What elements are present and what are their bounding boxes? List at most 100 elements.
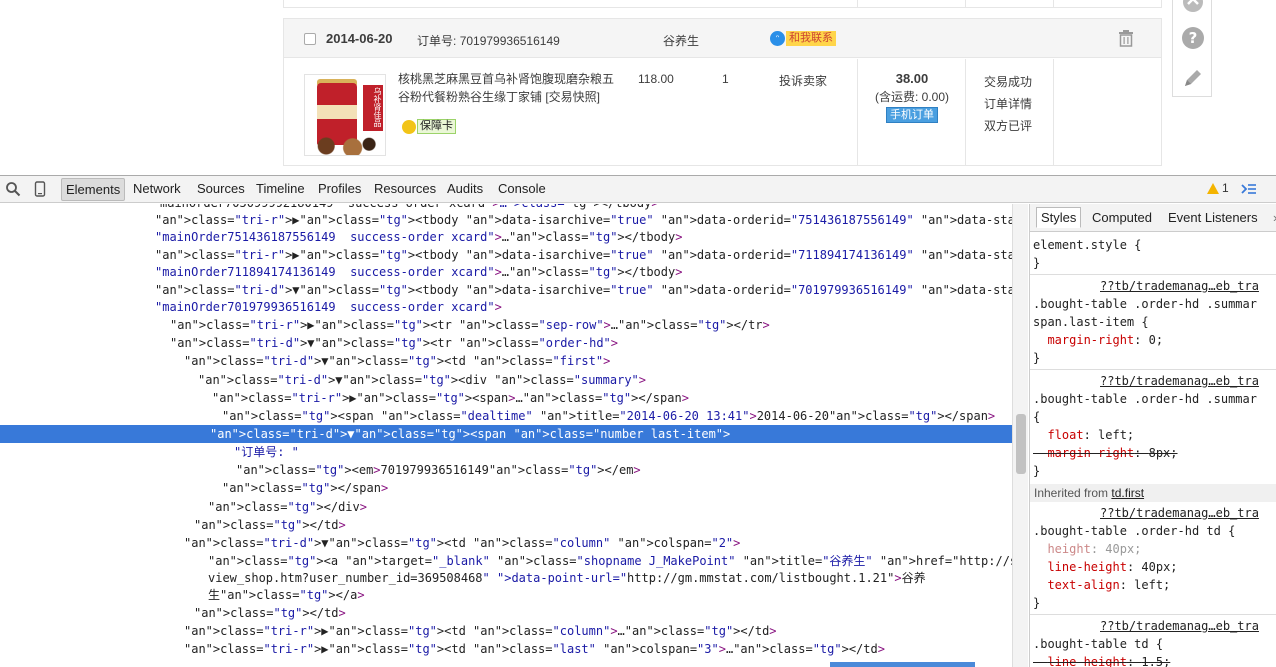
rule-close: } [1033,256,1041,270]
dom-line[interactable]: "an">class="tg"><em>701979936516149"an">… [0,461,1012,479]
dom-line[interactable]: 生"an">class="tg"></a> [0,586,1012,604]
tab-profiles[interactable]: Profiles [318,181,361,196]
order-checkbox[interactable] [304,33,316,45]
dom-line[interactable]: "mainOrder751436187556149 success-order … [0,228,1012,246]
dom-line-selected[interactable]: "an">class="tri-d">▼"an">class="tg"><spa… [0,425,1012,443]
inherited-from-link[interactable]: td.first [1111,486,1144,500]
elements-dom-tree[interactable]: mainOrder705099992180149 success-order x… [0,204,1012,667]
dom-line[interactable]: view_shop.htm?user_number_id=369508468" … [0,569,1012,587]
tab-audits[interactable]: Audits [447,181,483,196]
shop-name-link[interactable]: 谷养生 [663,32,699,49]
console-drawer-icon[interactable] [1241,181,1257,197]
dom-line[interactable]: "an">class="tg"></span> [0,479,1012,497]
rule3-decl-height[interactable]: height: 40px; [1033,540,1141,558]
contact-me-button[interactable]: ᵔ 和我联系 [770,30,836,46]
unit-price: 118.00 [638,72,674,86]
dom-line[interactable]: "an">class="tg"></td> [0,604,1012,622]
order-body: 乌补肾佳品 核桃黑芝麻黑豆首乌补肾饱腹现磨杂粮五谷粉代餐粉熟谷生缘丁家铺 [交易… [284,59,1161,166]
dom-line[interactable]: "an">class="tri-r">▶"an">class="tg"><tbo… [0,211,1012,229]
elements-scrollbar[interactable] [1012,204,1028,667]
tab-network[interactable]: Network [133,181,181,196]
warning-counter[interactable]: 1 [1207,181,1229,195]
warning-count: 1 [1222,181,1229,195]
dom-line[interactable]: "an">class="tri-d">▼"an">class="tg"><div… [0,371,1012,389]
devtools-toolbar: Elements Network Sources Timeline Profil… [0,176,1276,203]
order-number: 订单号: 701979936516149 [417,32,560,49]
rule4-selector: .bought-table td { [1033,637,1164,651]
dom-line[interactable]: "mainOrder701979936516149 success-order … [0,298,1012,316]
rule1-source-link[interactable]: ??tb/trademanag…eb_tra [1100,277,1259,295]
product-title-link[interactable]: 核桃黑芝麻黑豆首乌补肾饱腹现磨杂粮五谷粉代餐粉熟谷生缘丁家铺 [交易快照] [398,70,618,106]
tab-timeline[interactable]: Timeline [256,181,305,196]
product-image[interactable]: 乌补肾佳品 [304,74,386,156]
order-number-label: 订单号: [417,34,457,48]
drawer-resize-indicator [830,662,975,667]
dom-line[interactable]: "订单号: " [0,443,1012,461]
product-image-tag: 乌补肾佳品 [363,85,383,131]
tab-event-listeners[interactable]: Event Listeners [1168,210,1258,225]
contact-me-label: 和我联系 [786,30,836,46]
rule4-source-link[interactable]: ??tb/trademanag…eb_tra [1100,617,1259,635]
search-icon[interactable] [5,181,21,197]
rule-close: } [1033,351,1041,365]
rule2-decl-margin-overridden[interactable]: margin-right: 8px; [1033,444,1177,462]
rule1-decl[interactable]: margin-right: 0; [1033,331,1163,349]
wangwang-icon: ᵔ [770,30,785,46]
tab-console[interactable]: Console [498,181,546,196]
order-total: 38.00 (含运费: 0.00) 手机订单 [859,71,965,123]
tab-styles[interactable]: Styles [1036,207,1082,228]
dom-line[interactable]: "an">class="tri-r">▶"an">class="tg"><tr … [0,316,1012,334]
dom-line[interactable]: "an">class="tg"><a "an">target="_blank" … [0,552,1012,570]
complain-seller-link[interactable]: 投诉卖家 [779,72,827,89]
top-arrow-icon[interactable] [1181,0,1205,14]
rule3-source-link[interactable]: ??tb/trademanag…eb_tra [1100,504,1259,522]
rule1-selector-a: .bought-table .order-hd .summar [1033,297,1257,311]
dom-line[interactable]: "an">class="tg"></div> [0,498,1012,516]
guarantee-icon [402,119,416,134]
side-toolbar: ? [1172,0,1212,97]
taobao-order-page: 2014-06-20 订单号: 701979936516149 谷养生 ᵔ 和我… [0,0,1276,175]
rule-open: { [1033,410,1041,424]
rule2-source-link[interactable]: ??tb/trademanag…eb_tra [1100,372,1259,390]
dom-line[interactable]: "an">class="tri-r">▶"an">class="tg"><td … [0,640,1012,658]
tab-computed[interactable]: Computed [1092,210,1152,225]
dom-line[interactable]: "an">class="tri-d">▼"an">class="tg"><td … [0,352,1012,370]
dom-line[interactable]: "mainOrder711894174136149 success-order … [0,263,1012,281]
rule4-decl-line-height[interactable]: line-height: 1.5; [1033,653,1170,667]
tab-sources[interactable]: Sources [197,181,245,196]
order-header: 2014-06-20 订单号: 701979936516149 谷养生 ᵔ 和我… [284,19,1161,58]
rule1-selector-b: span.last-item { [1033,315,1149,329]
inherited-from-header: Inherited from td.first [1030,484,1276,502]
dom-line[interactable]: "an">class="tri-d">▼"an">class="tg"><tbo… [0,281,1012,299]
tab-resources[interactable]: Resources [374,181,436,196]
warning-icon [1207,182,1219,194]
elements-scrollbar-thumb[interactable] [1016,414,1026,474]
rule3-decl-line-height[interactable]: line-height: 40px; [1033,558,1177,576]
tab-elements[interactable]: Elements [61,178,126,201]
styles-tabs: Styles Computed Event Listeners › [1030,204,1276,232]
guarantee-badge[interactable]: 保障卡 [402,119,456,134]
rule3-decl-text-align[interactable]: text-align: left; [1033,576,1170,594]
dom-line[interactable]: "an">class="tri-d">▼"an">class="tg"><td … [0,534,1012,552]
dom-line[interactable]: "an">class="tg"></td> [0,516,1012,534]
rule2-selector: .bought-table .order-hd .summar [1033,392,1257,406]
device-mode-icon[interactable] [32,181,48,197]
styles-pane: Styles Computed Event Listeners › elemen… [1029,204,1276,667]
shipping-fee: (含运费: 0.00) [874,90,950,104]
dom-line[interactable]: "an">class="tri-r">▶"an">class="tg"><spa… [0,389,1012,407]
svg-text:?: ? [1189,29,1198,47]
dom-line[interactable]: "an">class="tg"><span "an">class="dealti… [0,407,1012,425]
order-number-value: 701979936516149 [459,34,560,48]
dom-line[interactable]: "an">class="tri-r">▶"an">class="tg"><tbo… [0,246,1012,264]
order-card: 2014-06-20 订单号: 701979936516149 谷养生 ᵔ 和我… [283,18,1162,166]
rule2-decl-float[interactable]: float: left; [1033,426,1134,444]
trash-icon[interactable] [1117,29,1135,47]
dom-line[interactable]: "an">class="tri-r">▶"an">class="tg"><td … [0,622,1012,640]
both-reviewed-link[interactable]: 双方已评 [984,115,1032,137]
dom-line[interactable]: "an">class="tri-d">▼"an">class="tg"><tr … [0,334,1012,352]
mobile-order-badge: 手机订单 [886,107,938,123]
order-detail-link[interactable]: 订单详情 [984,93,1032,115]
help-icon[interactable]: ? [1181,26,1205,50]
edit-icon[interactable] [1181,66,1205,90]
element-style-rule[interactable]: element.style { [1033,236,1141,254]
